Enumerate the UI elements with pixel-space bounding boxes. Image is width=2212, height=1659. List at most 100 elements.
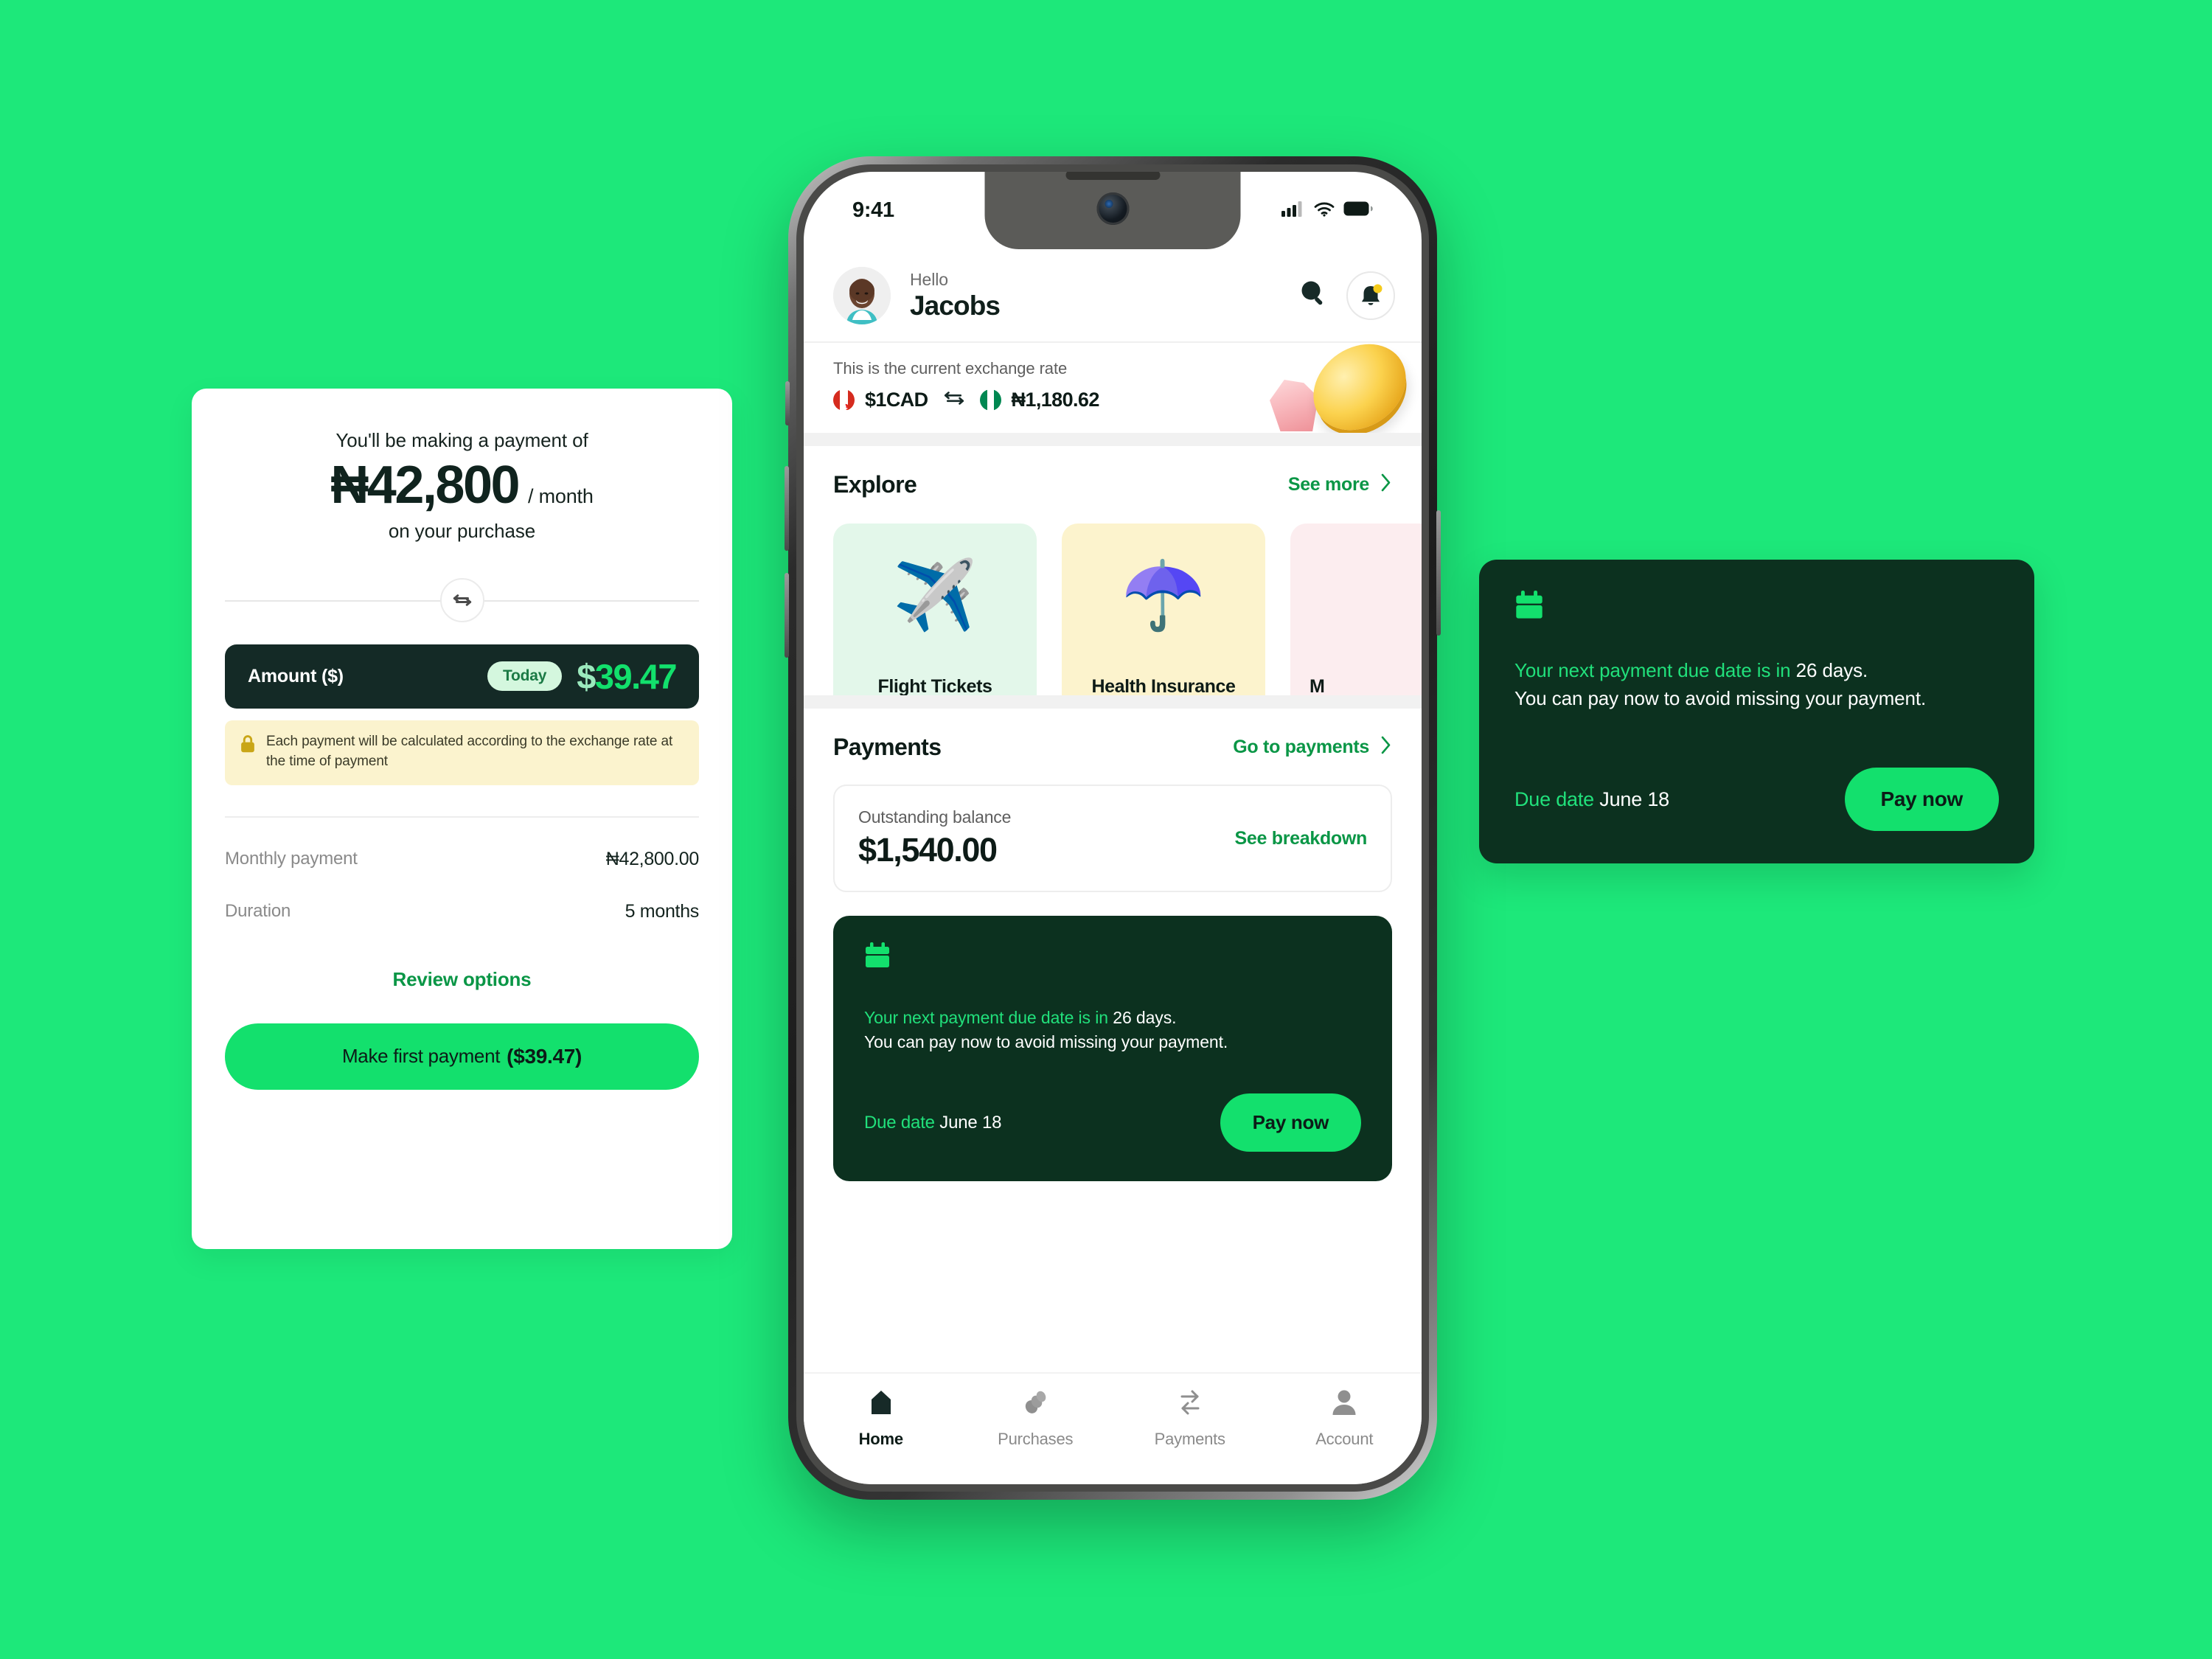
amount-number: 39.47 (594, 656, 678, 696)
detail-value: ₦42,800.00 (605, 848, 700, 869)
detail-row-duration: Duration 5 months (225, 901, 699, 922)
phone-volume-up-button[interactable] (785, 466, 789, 551)
notification-due-value: June 18 (1599, 787, 1669, 810)
payments-title: Payments (833, 734, 942, 760)
notification-line1-prefix: Your next payment due date is in (1514, 659, 1796, 681)
see-more-link[interactable]: See more (1288, 473, 1392, 498)
go-to-payments-link[interactable]: Go to payments (1233, 735, 1392, 760)
status-bar-time: 9:41 (852, 198, 894, 222)
cellular-signal-icon (1281, 201, 1305, 220)
balance-text-block: Outstanding balance $1,540.00 (858, 807, 1011, 869)
greeting-block: Hello Jacobs (910, 270, 1001, 321)
calendar-icon (864, 942, 1361, 974)
calendar-icon (1514, 591, 1999, 625)
nigeria-flag-icon (979, 389, 1001, 411)
gold-coin-illustration (1302, 343, 1417, 433)
bottom-tab-bar: Home Purchases Payments Account (804, 1374, 1422, 1484)
transfer-icon (1175, 1387, 1206, 1422)
app-header: Hello Jacobs (804, 249, 1422, 343)
amount-right-group: Today $39.47 (487, 656, 678, 697)
quote-amount-row: ₦42,800 / month (225, 457, 699, 514)
explore-card-partial[interactable]: M (1290, 524, 1422, 720)
detail-row-monthly-payment: Monthly payment ₦42,800.00 (225, 849, 699, 870)
notification-due-date: Due date June 18 (1514, 788, 1669, 811)
balance-label: Outstanding balance (858, 807, 1012, 827)
airplane-icon: ✈️ (892, 558, 978, 633)
home-icon (866, 1387, 897, 1422)
search-icon[interactable] (1296, 276, 1330, 314)
make-first-payment-button[interactable]: Make first payment ($39.47) (225, 1023, 699, 1090)
notification-line1-highlight: 26 days. (1795, 659, 1868, 681)
balance-value: $1,540.00 (858, 831, 998, 869)
lock-icon (240, 734, 256, 757)
phone-mute-switch[interactable] (785, 381, 790, 425)
outstanding-balance-card: Outstanding balance $1,540.00 See breakd… (833, 785, 1392, 892)
tab-payments[interactable]: Payments (1113, 1387, 1267, 1449)
status-bar-icons (1281, 201, 1373, 220)
exchange-rate-to: ₦1,180.62 (1011, 389, 1100, 411)
notification-bottom: Due date June 18 Pay now (1514, 768, 1999, 831)
explore-section: Explore See more ✈️ Flight Tickets ☂️ He… (804, 446, 1422, 720)
section-gap-2 (804, 695, 1422, 709)
due-card-line1: Your next payment due date is in 26 days… (864, 1008, 1361, 1028)
see-more-label: See more (1287, 474, 1369, 495)
see-breakdown-link[interactable]: See breakdown (1235, 828, 1368, 849)
due-line1-highlight: 26 days. (1113, 1008, 1177, 1027)
tab-label: Purchases (998, 1430, 1074, 1448)
due-date-label: Due date (864, 1112, 940, 1133)
phone-volume-down-button[interactable] (785, 573, 789, 658)
exchange-rate-card[interactable]: This is the current exchange rate 🍁 $1CA… (804, 343, 1422, 433)
review-options-link[interactable]: Review options (225, 968, 699, 991)
explore-cards: ✈️ Flight Tickets ☂️ Health Insurance M (833, 524, 1422, 720)
due-date-text: Due date June 18 (864, 1113, 1001, 1133)
explore-card-flight-tickets[interactable]: ✈️ Flight Tickets (833, 524, 1037, 720)
avatar[interactable] (833, 266, 891, 324)
notification-due-label: Due date (1514, 787, 1600, 810)
section-divider (225, 815, 699, 818)
explore-card-health-insurance[interactable]: ☂️ Health Insurance (1062, 524, 1265, 720)
pink-gem-illustration (1270, 380, 1318, 431)
person-icon (1329, 1387, 1360, 1422)
tab-home[interactable]: Home (804, 1387, 959, 1449)
chevron-right-icon (1380, 735, 1392, 760)
amount-label: Amount ($) (248, 665, 344, 686)
pay-now-button[interactable]: Pay now (1844, 768, 1999, 831)
payments-section: Payments Go to payments Outstanding bala… (804, 709, 1422, 1374)
quote-intro-text: You'll be making a payment of (335, 429, 588, 451)
phone-power-button[interactable] (1436, 510, 1441, 636)
swap-horizontal-icon (943, 389, 965, 411)
explore-card-label: M (1310, 676, 1325, 697)
quote-period: / month (528, 485, 594, 507)
tab-label: Account (1315, 1430, 1374, 1448)
due-date-value: June 18 (939, 1112, 1002, 1133)
wifi-icon (1313, 201, 1335, 220)
pay-now-button[interactable]: Pay now (1220, 1093, 1361, 1152)
status-bar: 9:41 (804, 172, 1422, 249)
go-to-payments-label: Go to payments (1233, 737, 1369, 757)
tab-purchases[interactable]: Purchases (959, 1387, 1113, 1449)
amount-value: $39.47 (577, 656, 678, 697)
payment-due-notification-card: Your next payment due date is in 26 days… (1479, 560, 2034, 863)
quote-divider (225, 577, 699, 622)
phone-mockup: 9:41 Hello Jacobs This is the current ex… (785, 156, 1441, 1500)
section-gap-1 (804, 433, 1422, 446)
exchange-rate-notice: Each payment will be calculated accordin… (225, 720, 699, 785)
cta-amount: ($39.47) (507, 1044, 582, 1068)
bell-icon[interactable] (1346, 271, 1395, 320)
canada-flag-icon: 🍁 (833, 389, 855, 411)
amount-summary-box: Amount ($) Today $39.47 (225, 644, 699, 709)
amount-currency-symbol: $ (577, 656, 596, 696)
umbrella-icon: ☂️ (1121, 558, 1206, 633)
phone-screen: 9:41 Hello Jacobs This is the current ex… (804, 172, 1422, 1484)
battery-icon (1343, 201, 1373, 220)
exchange-rate-from: $1CAD (865, 389, 928, 411)
purchases-icon (1020, 1387, 1051, 1422)
greeting-name: Jacobs (910, 290, 1001, 321)
tab-account[interactable]: Account (1267, 1387, 1422, 1449)
detail-label: Duration (225, 901, 291, 922)
due-card-bottom: Due date June 18 Pay now (864, 1093, 1361, 1152)
due-card-line2: You can pay now to avoid missing your pa… (864, 1032, 1228, 1051)
header-actions (1296, 271, 1395, 320)
swap-horizontal-icon[interactable] (439, 577, 484, 622)
quote-intro-block: You'll be making a payment of ₦42,800 / … (225, 389, 699, 543)
